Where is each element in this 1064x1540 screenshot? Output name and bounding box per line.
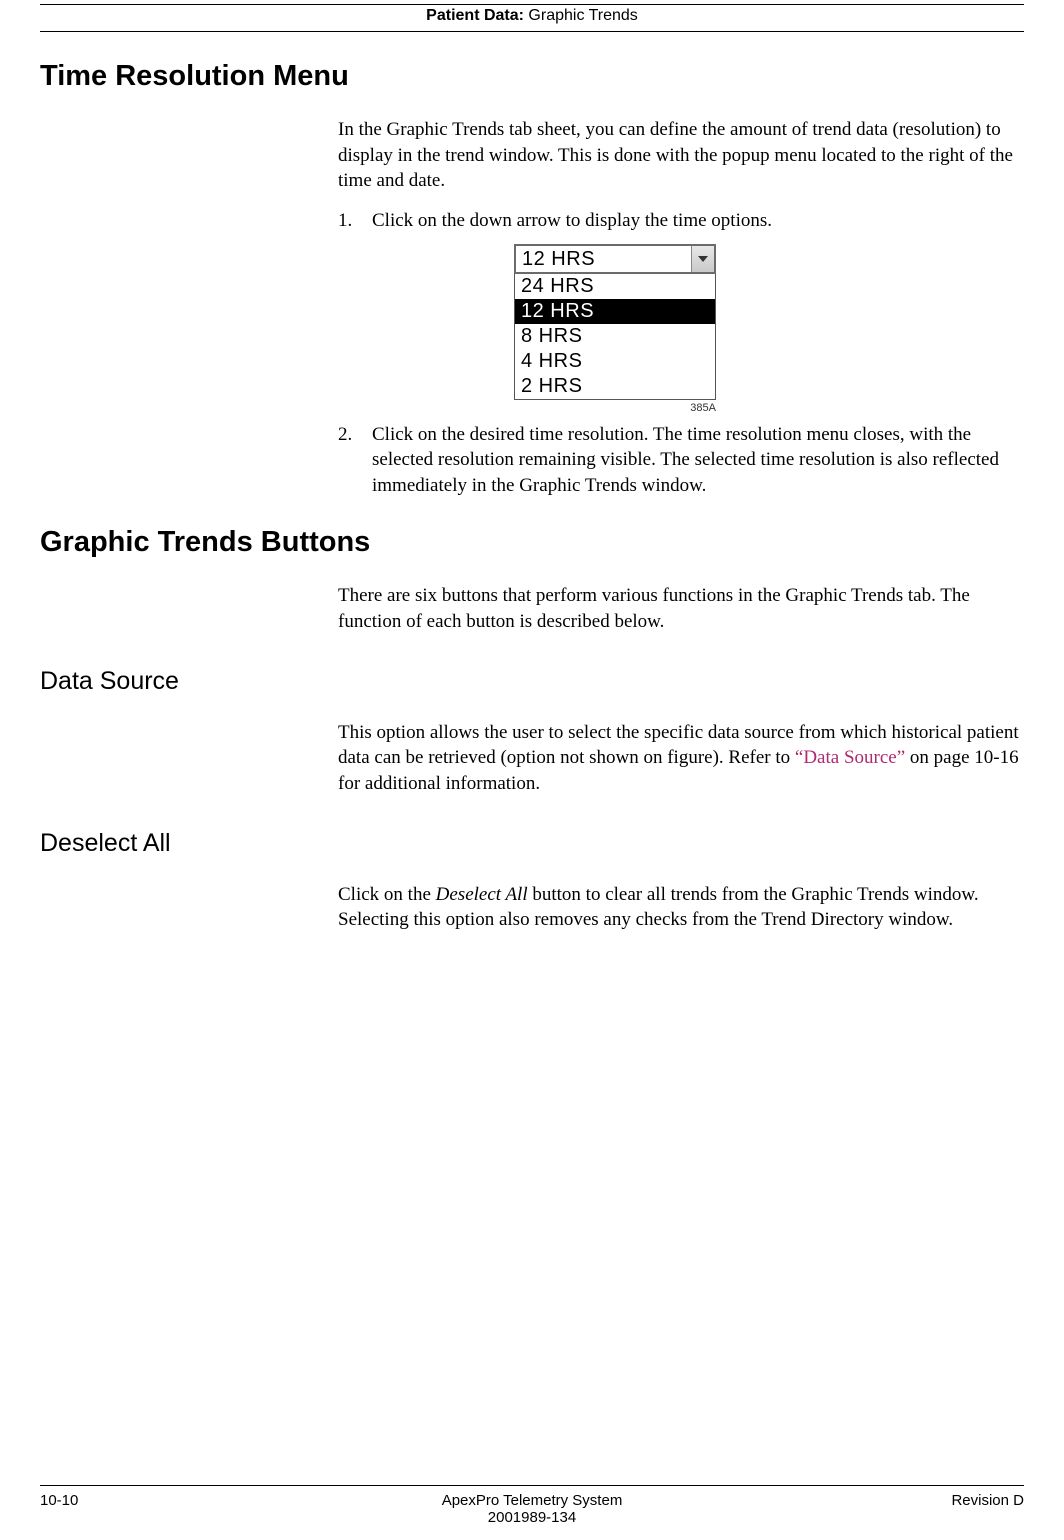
deselect-all-text: Click on the Deselect All button to clea… <box>338 882 1019 933</box>
time-resolution-listbox[interactable]: 24 HRS 12 HRS 8 HRS 4 HRS 2 HRS <box>514 274 716 400</box>
footer-doc-number: 2001989-134 <box>180 1509 884 1526</box>
list-item[interactable]: 4 HRS <box>515 349 715 374</box>
combobox-dropdown-button[interactable] <box>691 246 714 272</box>
footer-page-number: 10-10 <box>40 1492 180 1526</box>
heading-data-source: Data Source <box>40 667 1024 696</box>
data-source-link[interactable]: “Data Source” <box>795 747 905 768</box>
list-item[interactable]: 8 HRS <box>515 324 715 349</box>
data-source-text: This option allows the user to select th… <box>338 720 1019 797</box>
chevron-down-icon <box>698 256 708 262</box>
footer-product: ApexPro Telemetry System <box>180 1492 884 1509</box>
step-2: 2. Click on the desired time resolution.… <box>338 422 1019 499</box>
page-footer: 10-10 ApexPro Telemetry System 2001989-1… <box>40 1485 1024 1526</box>
list-item[interactable]: 2 HRS <box>515 374 715 399</box>
figure-caption: 385A <box>514 402 716 414</box>
header-section-label: Patient Data: <box>426 7 524 24</box>
graphic-trends-buttons-intro: There are six buttons that perform vario… <box>338 583 1019 634</box>
combobox-selected-value: 12 HRS <box>516 246 691 272</box>
running-header: Patient Data: Graphic Trends <box>40 5 1024 31</box>
step-2-number: 2. <box>338 422 372 499</box>
footer-revision: Revision D <box>884 1492 1024 1526</box>
time-resolution-figure: 12 HRS 24 HRS 12 HRS 8 HRS 4 HRS 2 HRS 3… <box>514 244 716 414</box>
heading-deselect-all: Deselect All <box>40 829 1024 858</box>
step-1-text: Click on the down arrow to display the t… <box>372 208 1019 234</box>
step-2-text: Click on the desired time resolution. Th… <box>372 422 1019 499</box>
header-section-value: Graphic Trends <box>528 7 637 24</box>
heading-graphic-trends-buttons: Graphic Trends Buttons <box>40 526 1024 559</box>
time-resolution-intro: In the Graphic Trends tab sheet, you can… <box>338 117 1019 194</box>
step-1: 1. Click on the down arrow to display th… <box>338 208 1019 234</box>
step-1-number: 1. <box>338 208 372 234</box>
list-item[interactable]: 24 HRS <box>515 274 715 299</box>
deselect-all-emphasis: Deselect All <box>436 884 528 905</box>
list-item[interactable]: 12 HRS <box>515 299 715 324</box>
time-resolution-combobox[interactable]: 12 HRS <box>514 244 716 274</box>
heading-time-resolution-menu: Time Resolution Menu <box>40 60 1024 93</box>
